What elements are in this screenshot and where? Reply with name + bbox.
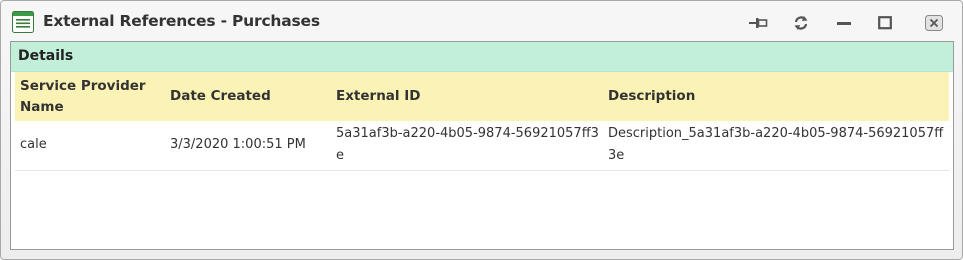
cell-service-provider-name: cale (20, 137, 47, 153)
title-bar[interactable]: External References - Purchases (1, 1, 962, 41)
window-title: External References - Purchases (43, 12, 320, 30)
pin-icon[interactable] (748, 13, 770, 33)
list-window-icon (12, 11, 34, 33)
column-header-service-provider[interactable]: Service Provider Name (15, 72, 165, 121)
maximize-icon[interactable] (874, 13, 896, 33)
column-header-external-id[interactable]: External ID (331, 72, 603, 121)
table-row[interactable]: cale 3/3/2020 1:00:51 PM 5a31af3b-a220-4… (15, 121, 949, 170)
details-panel: Details Service Provider Name Date Creat… (10, 41, 954, 250)
cell-date-created: 3/3/2020 1:00:51 PM (170, 137, 306, 153)
section-title: Details (11, 42, 953, 72)
external-references-table: Service Provider Name Date Created Exter… (15, 72, 949, 171)
column-header-description[interactable]: Description (603, 72, 949, 121)
cell-description: Description_5a31af3b-a220-4b05-9874-5692… (608, 126, 944, 164)
dialog-window: External References - Purchases Details … (0, 0, 963, 260)
cell-external-id: 5a31af3b-a220-4b05-9874-56921057ff3e (336, 126, 599, 164)
refresh-icon[interactable] (790, 13, 812, 33)
table-header-row: Service Provider Name Date Created Exter… (15, 72, 949, 121)
close-icon[interactable] (923, 13, 945, 33)
column-header-date-created[interactable]: Date Created (165, 72, 331, 121)
minimize-icon[interactable] (833, 13, 855, 33)
